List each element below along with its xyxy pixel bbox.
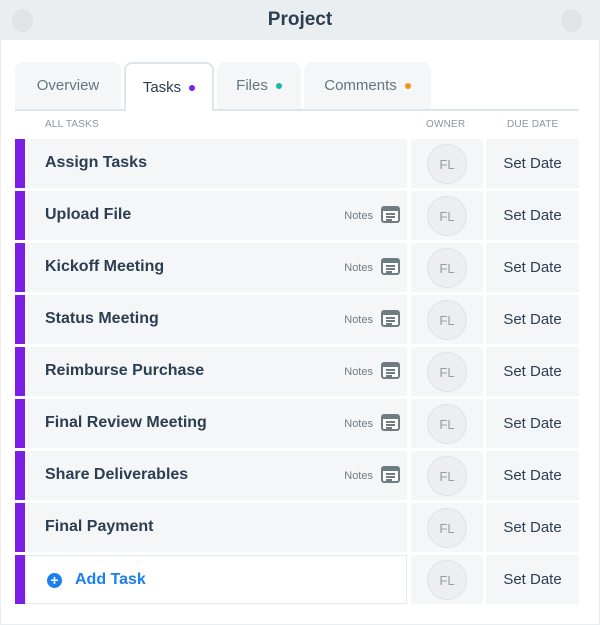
- task-row[interactable]: Status Meeting Notes FL Set Date: [15, 295, 579, 344]
- column-header-due-date: DUE DATE: [507, 119, 559, 130]
- task-color-bar: [15, 243, 25, 292]
- task-color-bar: [15, 399, 25, 448]
- task-row[interactable]: Reimburse Purchase Notes FL Set Date: [15, 347, 579, 396]
- notes-icon[interactable]: [381, 258, 400, 275]
- task-color-bar: [15, 191, 25, 240]
- notes-label[interactable]: Notes: [344, 366, 373, 378]
- task-row[interactable]: Final Payment FL Set Date: [15, 503, 579, 552]
- task-name-cell[interactable]: Status Meeting Notes: [25, 295, 407, 344]
- owner-cell: FL: [411, 139, 483, 188]
- add-task-label: Add Task: [75, 571, 146, 588]
- task-color-bar: [15, 295, 25, 344]
- tab-label: Tasks: [142, 79, 182, 96]
- notes-label[interactable]: Notes: [344, 210, 373, 222]
- title-bar: Project: [0, 0, 600, 40]
- task-name-cell[interactable]: Upload File Notes: [25, 191, 407, 240]
- tab-bar: Overview Tasks Files Comments: [15, 62, 579, 111]
- set-date-button[interactable]: Set Date: [486, 399, 579, 448]
- task-color-bar: [15, 139, 25, 188]
- window-title: Project: [267, 9, 333, 30]
- task-row[interactable]: Kickoff Meeting Notes FL Set Date: [15, 243, 579, 292]
- owner-cell: FL: [411, 347, 483, 396]
- avatar[interactable]: FL: [427, 456, 467, 496]
- avatar[interactable]: FL: [427, 248, 467, 288]
- task-name-cell[interactable]: Reimburse Purchase Notes: [25, 347, 407, 396]
- owner-cell: FL: [411, 191, 483, 240]
- set-date-button[interactable]: Set Date: [486, 347, 579, 396]
- window-control-right[interactable]: [561, 9, 582, 32]
- comments-dot-icon: [404, 82, 411, 89]
- avatar[interactable]: FL: [427, 196, 467, 236]
- task-color-bar: [15, 503, 25, 552]
- set-date-button[interactable]: Set Date: [486, 139, 579, 188]
- task-name: Reimburse Purchase: [45, 362, 205, 379]
- owner-cell: FL: [411, 243, 483, 292]
- task-name-cell[interactable]: Final Payment: [25, 503, 407, 552]
- owner-cell: FL: [411, 451, 483, 500]
- notes-icon[interactable]: [381, 206, 400, 223]
- avatar[interactable]: FL: [427, 560, 467, 600]
- notes-label[interactable]: Notes: [344, 418, 373, 430]
- task-name: Share Deliverables: [45, 466, 189, 483]
- set-date-button[interactable]: Set Date: [486, 295, 579, 344]
- notes-icon[interactable]: [381, 362, 400, 379]
- task-row[interactable]: Assign Tasks FL Set Date: [15, 139, 579, 188]
- task-name: Final Payment: [45, 518, 154, 535]
- task-color-bar: [15, 451, 25, 500]
- task-name-cell[interactable]: Share Deliverables Notes: [25, 451, 407, 500]
- task-name: Upload File: [45, 206, 132, 223]
- set-date-button[interactable]: Set Date: [486, 451, 579, 500]
- notes-label[interactable]: Notes: [344, 314, 373, 326]
- column-header-tasks: ALL TASKS: [45, 119, 99, 130]
- owner-cell: FL: [411, 503, 483, 552]
- owner-cell: FL: [411, 555, 483, 604]
- tasks-dot-icon: [189, 84, 196, 91]
- set-date-button[interactable]: Set Date: [486, 555, 579, 604]
- notes-label[interactable]: Notes: [344, 470, 373, 482]
- task-name: Kickoff Meeting: [45, 258, 165, 275]
- notes-label[interactable]: Notes: [344, 262, 373, 274]
- task-name-cell[interactable]: Assign Tasks: [25, 139, 407, 188]
- task-row[interactable]: Upload File Notes FL Set Date: [15, 191, 579, 240]
- task-row[interactable]: Share Deliverables Notes FL Set Date: [15, 451, 579, 500]
- tab-overview[interactable]: Overview: [15, 62, 121, 109]
- avatar[interactable]: FL: [427, 300, 467, 340]
- avatar[interactable]: FL: [427, 144, 467, 184]
- tab-files[interactable]: Files: [217, 62, 301, 109]
- avatar[interactable]: FL: [427, 404, 467, 444]
- tab-label: Comments: [324, 77, 397, 94]
- tab-label: Overview: [36, 77, 100, 94]
- notes-icon[interactable]: [381, 310, 400, 327]
- avatar[interactable]: FL: [427, 352, 467, 392]
- owner-cell: FL: [411, 295, 483, 344]
- set-date-button[interactable]: Set Date: [486, 503, 579, 552]
- task-name: Assign Tasks: [45, 154, 147, 171]
- add-task-button[interactable]: + Add Task: [25, 555, 407, 604]
- task-row[interactable]: Final Review Meeting Notes FL Set Date: [15, 399, 579, 448]
- task-name-cell[interactable]: Kickoff Meeting Notes: [25, 243, 407, 292]
- task-name: Status Meeting: [45, 310, 159, 327]
- add-task-row: + Add Task FL Set Date: [15, 555, 579, 604]
- files-dot-icon: [275, 82, 282, 89]
- task-color-bar: [15, 555, 25, 604]
- task-name-cell[interactable]: Final Review Meeting Notes: [25, 399, 407, 448]
- notes-icon[interactable]: [381, 466, 400, 483]
- task-color-bar: [15, 347, 25, 396]
- tab-comments[interactable]: Comments: [304, 62, 431, 109]
- tab-label: Files: [236, 77, 268, 94]
- set-date-button[interactable]: Set Date: [486, 191, 579, 240]
- set-date-button[interactable]: Set Date: [486, 243, 579, 292]
- task-name: Final Review Meeting: [45, 414, 207, 431]
- notes-icon[interactable]: [381, 414, 400, 431]
- tab-tasks[interactable]: Tasks: [124, 62, 214, 111]
- owner-cell: FL: [411, 399, 483, 448]
- column-header-owner: OWNER: [426, 119, 466, 130]
- avatar[interactable]: FL: [427, 508, 467, 548]
